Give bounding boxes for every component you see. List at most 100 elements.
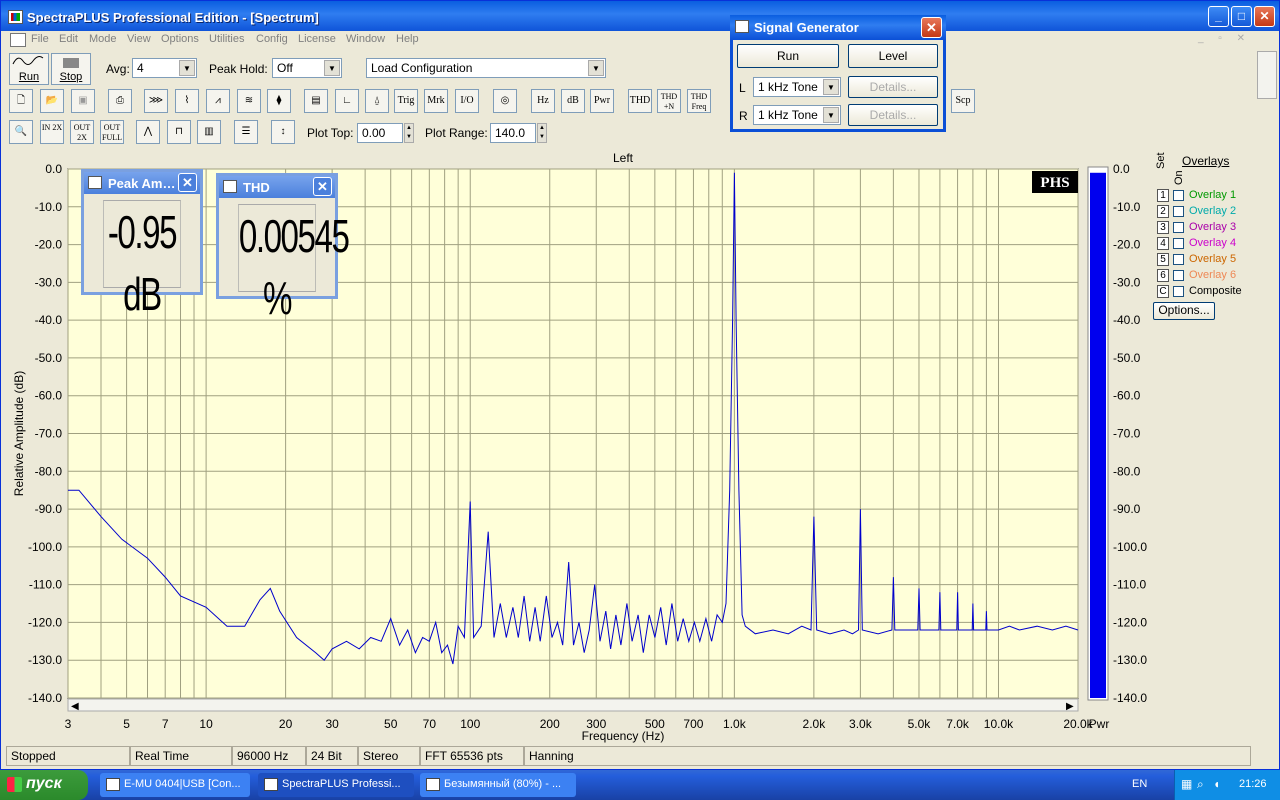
peak-hold-select[interactable]: Off ▼ [272,58,342,78]
overlay-checkbox[interactable] [1173,270,1184,281]
overlay-checkbox[interactable] [1173,190,1184,201]
x-tick-label: 5 [123,717,130,731]
menu-help[interactable]: Help [396,33,419,45]
clock[interactable]: 21:26 [1239,778,1267,790]
3d-surface-icon[interactable]: ⧫ [267,89,291,113]
overlay-set-button[interactable]: C [1157,285,1169,298]
mdi-window-buttons[interactable]: _ ▫ ✕ [1198,33,1251,44]
start-button[interactable]: пуск [0,770,88,800]
menu-mode[interactable]: Mode [89,33,117,45]
spectrogram-icon[interactable]: ≋ [237,89,261,113]
document-icon[interactable] [10,33,26,47]
close-button[interactable]: ✕ [1254,6,1275,27]
close-icon[interactable]: ✕ [921,17,942,38]
sawtooth-icon[interactable]: ⩘ [206,89,230,113]
signal-generator-titlebar[interactable]: Signal Generator ✕ [730,15,946,40]
bars-icon[interactable]: ▥ [197,120,221,144]
octave-icon[interactable]: ⊓ [167,120,191,144]
maximize-button[interactable]: □ [1231,6,1252,27]
zoom-in-2x-button[interactable]: IN 2X [40,120,64,144]
taskbar-item-emu[interactable]: E-MU 0404|USB [Con... [100,773,250,797]
peak-amplitude-titlebar[interactable]: Peak Am… ✕ [84,172,200,194]
list-icon[interactable]: ☰ [234,120,258,144]
meter-icon[interactable]: ▤ [304,89,328,113]
menu-options[interactable]: Options [161,33,199,45]
overlay-set-button[interactable]: 5 [1157,253,1169,266]
right-details-button[interactable]: Details... [848,104,938,126]
overlay-set-button[interactable]: 2 [1157,205,1169,218]
scope-icon[interactable]: ⌇ [175,89,199,113]
overlay-set-button[interactable]: 6 [1157,269,1169,282]
overlay-checkbox[interactable] [1173,286,1184,297]
fast-forward-icon[interactable]: ⋙ [144,89,168,113]
axis-icon[interactable]: ∟ [335,89,359,113]
overlay-set-button[interactable]: 1 [1157,189,1169,202]
menu-view[interactable]: View [127,33,151,45]
zoom-out-full-button[interactable]: OUT FULL [100,120,124,144]
x-tick-label: 100 [460,717,480,731]
scp-button[interactable]: Scp [951,89,975,113]
taskbar-item-paint[interactable]: Безымянный (80%) - ... [420,773,576,797]
zoom-out-2x-button[interactable]: OUT 2X [70,120,94,144]
peak-icon[interactable]: ⋀ [136,120,160,144]
overlay-options-button[interactable]: Options... [1153,302,1215,320]
language-indicator[interactable]: EN [1132,778,1147,790]
thd-titlebar[interactable]: THD ✕ [219,176,335,198]
menu-file[interactable]: File [31,33,49,45]
search-icon[interactable]: ⌕ [1197,777,1204,792]
taskbar-item-spectraplus[interactable]: SpectraPLUS Professi... [258,773,414,797]
thd-n-button[interactable]: THD +N [657,89,681,113]
mrk-button[interactable]: Mrk [424,89,448,113]
speaker-icon[interactable]: ◖ [1213,777,1220,791]
generator-level-button[interactable]: Level [848,44,938,68]
network-icon[interactable]: ▦ [1181,777,1192,791]
stop-button[interactable]: Stop [51,53,91,85]
vertical-scale-icon[interactable]: ↕ [271,120,295,144]
thd-freq-button[interactable]: THD Freq [687,89,711,113]
new-file-icon[interactable]: 🗋 [9,89,33,113]
right-channel-select[interactable]: 1 kHz Tone ▼ [753,105,841,125]
avg-select[interactable]: 4 ▼ [132,58,197,78]
scrollbar[interactable] [1257,51,1277,99]
print-icon[interactable]: ⎙ [108,89,132,113]
y-tick-label: -120.0 [28,615,62,629]
left-details-button[interactable]: Details... [848,76,938,98]
overlay-set-button[interactable]: 4 [1157,237,1169,250]
hz-button[interactable]: Hz [531,89,555,113]
menu-license[interactable]: License [298,33,336,45]
signal-generator-icon[interactable]: ◎ [493,89,517,113]
menu-window[interactable]: Window [346,33,385,45]
plot-range-spinner[interactable]: ▲ ▼ [537,123,547,143]
overlay-checkbox[interactable] [1173,222,1184,233]
peak-amplitude-title: Peak Am… [108,176,176,191]
save-icon[interactable]: ▣ [71,89,95,113]
close-icon[interactable]: ✕ [178,173,197,192]
generator-run-button[interactable]: Run [737,44,839,68]
load-configuration-select[interactable]: Load Configuration ▼ [366,58,606,78]
plot-top-spinner[interactable]: ▲ ▼ [404,123,414,143]
overlay-checkbox[interactable] [1173,238,1184,249]
overlay-checkbox[interactable] [1173,254,1184,265]
menu-edit[interactable]: Edit [59,33,78,45]
menu-utilities[interactable]: Utilities [209,33,244,45]
open-folder-icon[interactable]: 📂 [40,89,64,113]
tripod-icon[interactable]: ⍙ [365,89,389,113]
run-button[interactable]: Run [9,53,49,85]
io-button[interactable]: I/O [455,89,479,113]
close-icon[interactable]: ✕ [313,177,332,196]
trig-button[interactable]: Trig [394,89,418,113]
peak-amplitude-window[interactable]: Peak Am… ✕ -0.95 dB [81,169,203,320]
left-channel-select[interactable]: 1 kHz Tone ▼ [753,77,841,97]
minimize-button[interactable]: _ [1208,6,1229,27]
thd-window[interactable]: THD ✕ 0.00545 % [216,173,350,324]
signal-generator-window[interactable]: Signal Generator ✕ Run Level L 1 kHz Ton… [730,15,946,132]
zoom-icon[interactable]: 🔍 [9,120,33,144]
thd-button[interactable]: THD [628,89,652,113]
pwr-button[interactable]: Pwr [590,89,614,113]
overlay-set-button[interactable]: 3 [1157,221,1169,234]
overlay-checkbox[interactable] [1173,206,1184,217]
db-button[interactable]: dB [561,89,585,113]
plot-top-input[interactable]: 0.00 [357,123,403,143]
plot-range-input[interactable]: 140.0 [490,123,536,143]
menu-config[interactable]: Config [256,33,288,45]
